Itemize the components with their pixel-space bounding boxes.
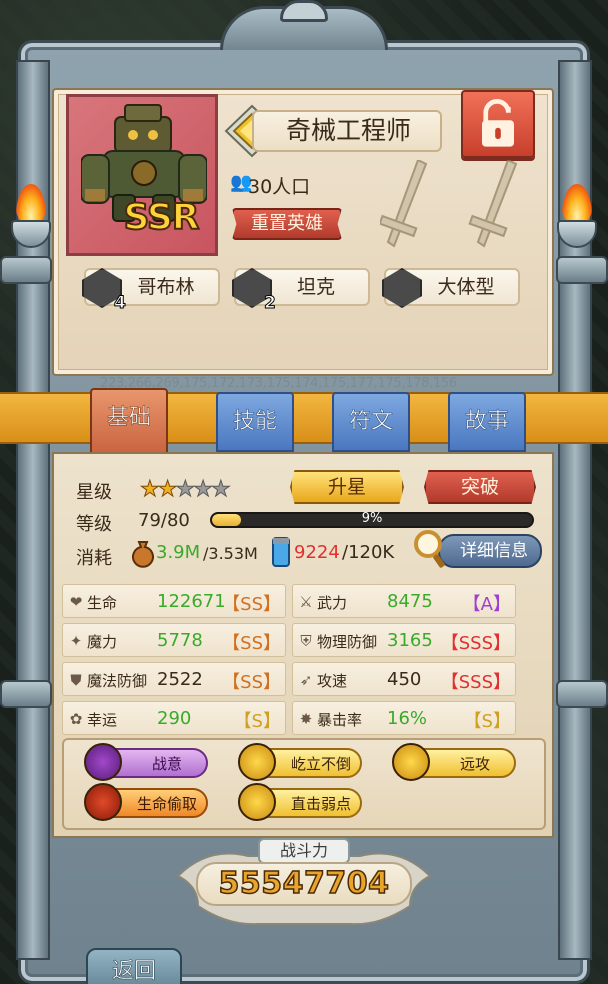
stat-name: 幸运	[87, 711, 118, 729]
star-filled-icon: ★	[140, 477, 161, 503]
combat-power-label: 战斗力	[258, 838, 350, 864]
rarity-badge: SSR	[123, 196, 201, 239]
unlock-icon	[482, 99, 514, 147]
chain-icon	[0, 680, 52, 708]
gold-required: /3.53M	[203, 544, 258, 563]
tag-size-label: 大体型	[437, 276, 495, 298]
stat-value: 122671	[157, 591, 226, 612]
hero-name-text: 奇械工程师	[286, 116, 412, 145]
potion-current: 9224	[294, 542, 340, 563]
tag-race-label: 哥布林	[137, 276, 195, 298]
stat-value: 5778	[157, 630, 203, 651]
stat-grade: 【S】	[233, 711, 281, 732]
upgrade-star-button[interactable]: 升星	[290, 470, 404, 504]
lock-button[interactable]	[461, 90, 535, 158]
stat-name: 魔法防御	[87, 672, 148, 690]
chain-icon	[0, 256, 52, 284]
level-value: 79/80	[138, 510, 190, 531]
tab-skills[interactable]: 技能	[216, 392, 294, 452]
population-text: 30人口	[248, 176, 311, 198]
sword-icon: ⚔	[299, 593, 313, 611]
stat-grade: 【SS】	[222, 672, 281, 693]
chain-icon	[556, 680, 608, 708]
hero-name: 奇械工程师	[252, 110, 442, 152]
star-empty-icon: ★	[193, 477, 214, 503]
tag-role-label: 坦克	[296, 276, 335, 298]
stat-row: ⛨ 物理防御 3165 【SSS】	[292, 623, 516, 657]
chain-icon	[556, 256, 608, 284]
stat-row: ❤ 生命 122671 【SS】	[62, 584, 286, 618]
shield-icon: ⛨	[300, 632, 312, 650]
frame-top-knob	[280, 0, 328, 22]
skill-icon	[392, 743, 430, 781]
sparkle-icon: ✦	[69, 632, 83, 650]
stat-grade: 【S】	[463, 711, 511, 732]
right-torch-icon	[554, 178, 600, 248]
tab-story[interactable]: 故事	[448, 392, 526, 452]
tag-race[interactable]: 4 哥布林	[82, 268, 220, 314]
stat-name: 魔力	[87, 633, 118, 651]
tab-runes[interactable]: 符文	[332, 392, 410, 452]
combat-power-value: 55547704	[196, 862, 412, 906]
stat-name: 攻速	[317, 672, 348, 690]
stat-row: ⚔ 武力 8475 【A】	[292, 584, 516, 618]
stat-row: ✸ 暴击率 16% 【S】	[292, 701, 516, 735]
luck-icon: ✿	[69, 710, 83, 728]
reset-hero-button[interactable]: 重置英雄	[232, 208, 342, 240]
star-empty-icon: ★	[210, 477, 231, 503]
stat-grade: 【SS】	[222, 633, 281, 654]
cost-label: 消耗	[76, 548, 112, 569]
star-label: 星级	[76, 482, 112, 503]
star-empty-icon: ★	[175, 477, 196, 503]
stat-grade: 【SSS】	[440, 672, 511, 693]
breakthrough-button[interactable]: 突破	[424, 470, 536, 504]
stat-value: 3165	[387, 630, 433, 651]
speed-icon: ➶	[299, 671, 313, 689]
stat-value: 8475	[387, 591, 433, 612]
potion-icon	[272, 537, 290, 567]
stat-value: 450	[387, 669, 422, 690]
stat-value: 16%	[387, 708, 428, 729]
skill-icon	[84, 783, 122, 821]
crossed-swords-icon	[380, 160, 518, 248]
detail-info-button[interactable]: 详细信息	[438, 534, 542, 568]
stat-row: ✦ 魔力 5778 【SS】	[62, 623, 286, 657]
star-rating: ★★★★★	[140, 477, 232, 503]
gold-sack-icon	[132, 541, 154, 568]
stat-grade: 【SS】	[222, 594, 281, 615]
tag-size[interactable]: 大体型	[382, 268, 520, 308]
xp-percent: 9%	[361, 511, 383, 526]
tag-role[interactable]: 2 坦克	[232, 268, 370, 314]
stat-name: 暴击率	[317, 711, 363, 729]
stat-name: 武力	[317, 594, 348, 612]
stat-row: ➶ 攻速 450 【SSS】	[292, 662, 516, 696]
back-button[interactable]: 返回	[86, 948, 182, 984]
stat-value: 2522	[157, 669, 203, 690]
potion-required: /120K	[342, 542, 395, 563]
stat-value: 290	[157, 708, 192, 729]
left-torch-icon	[8, 178, 54, 248]
skill-icon	[84, 743, 122, 781]
stat-grade: 【SSS】	[440, 633, 511, 654]
skill-icon	[238, 783, 276, 821]
magnifier-icon	[414, 530, 445, 568]
star-filled-icon: ★	[157, 477, 178, 503]
stat-name: 物理防御	[317, 633, 378, 651]
crit-icon: ✸	[299, 710, 313, 728]
heart-icon: ❤	[69, 593, 83, 611]
stat-row: ⛊ 魔法防御 2522 【SS】	[62, 662, 286, 696]
gold-current: 3.9M	[156, 542, 201, 563]
stat-row: ✿ 幸运 290 【S】	[62, 701, 286, 735]
stat-grade: 【A】	[462, 594, 511, 615]
stat-name: 生命	[87, 594, 118, 612]
magic-shield-icon: ⛊	[70, 671, 82, 689]
skill-icon	[238, 743, 276, 781]
tab-basic[interactable]: 基础	[90, 388, 168, 458]
level-label: 等级	[76, 514, 112, 535]
